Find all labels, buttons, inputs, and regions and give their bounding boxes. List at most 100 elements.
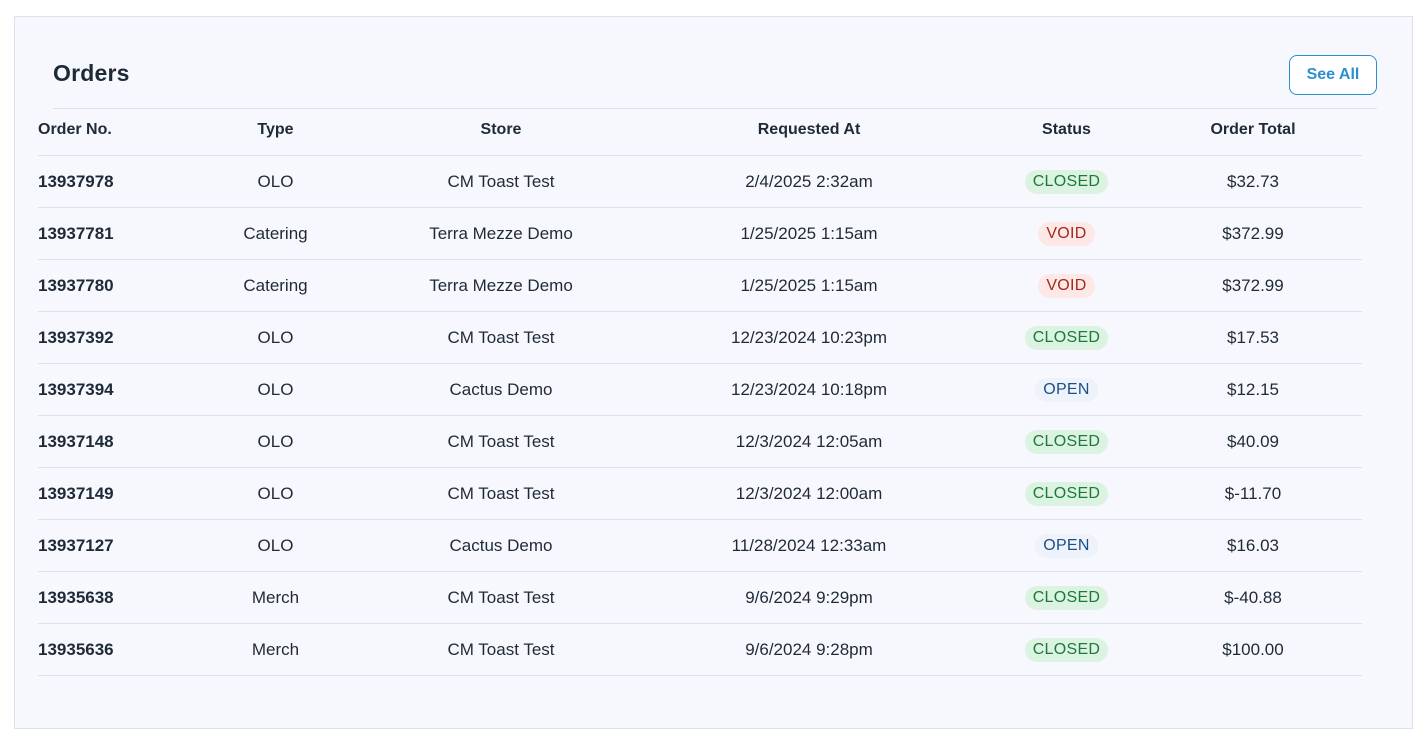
- requested-at: 12/3/2024 12:00am: [735, 483, 883, 503]
- column-header-type[interactable]: Type: [178, 105, 373, 156]
- order-total: $17.53: [1227, 327, 1279, 347]
- store-name-cell: Cactus Demo: [373, 519, 629, 572]
- order-type-cell: OLO: [178, 519, 373, 572]
- orders-header: Orders See All: [53, 55, 1377, 109]
- order-type-cell: OLO: [178, 311, 373, 364]
- store-name: Terra Mezze Demo: [429, 223, 573, 243]
- order-type: OLO: [257, 171, 294, 191]
- order-total-cell: $32.73: [1144, 155, 1362, 208]
- status-badge: CLOSED: [1024, 325, 1109, 350]
- order-number[interactable]: 13937148: [38, 432, 114, 451]
- requested-at: 12/23/2024 10:18pm: [731, 379, 887, 399]
- store-name: CM Toast Test: [447, 431, 555, 451]
- page-title: Orders: [53, 60, 130, 86]
- store-name: CM Toast Test: [447, 587, 555, 607]
- status-badge-cell: CLOSED: [989, 467, 1144, 520]
- order-total-cell: $17.53: [1144, 311, 1362, 364]
- status-badge: VOID: [1038, 221, 1095, 246]
- store-name-cell: CM Toast Test: [373, 623, 629, 676]
- table-row[interactable]: 13935638 Merch CM Toast Test 9/6/2024 9:29p…: [38, 571, 1362, 624]
- order-type: Catering: [243, 275, 308, 295]
- order-number[interactable]: 13935638: [38, 588, 114, 607]
- column-header-status[interactable]: Status: [989, 105, 1144, 156]
- order-number[interactable]: 13937149: [38, 484, 114, 503]
- status-badge-cell: CLOSED: [989, 311, 1144, 364]
- table-row[interactable]: 13937127 OLO Cactus Demo 11/28/2024 12:33am…: [38, 519, 1362, 572]
- store-name-cell: CM Toast Test: [373, 467, 629, 520]
- requested-at: 9/6/2024 9:28pm: [745, 639, 873, 659]
- order-number[interactable]: 13937780: [38, 276, 114, 295]
- table-row[interactable]: 13937978 OLO CM Toast Test 2/4/2025 2:32am C…: [38, 155, 1362, 208]
- table-row[interactable]: 13937392 OLO CM Toast Test 12/23/2024 10:23…: [38, 311, 1362, 364]
- order-number[interactable]: 13935636: [38, 640, 114, 659]
- orders-table-body: 13937978 OLO CM Toast Test 2/4/2025 2:32am C…: [38, 155, 1362, 676]
- status-badge: CLOSED: [1024, 585, 1109, 610]
- status-badge: CLOSED: [1024, 637, 1109, 662]
- order-number-cell: 13935636: [38, 623, 178, 676]
- status-badge-cell: OPEN: [989, 363, 1144, 416]
- order-type: OLO: [257, 327, 294, 347]
- requested-at-cell: 2/4/2025 2:32am: [629, 155, 989, 208]
- requested-at: 9/6/2024 9:29pm: [745, 587, 873, 607]
- order-number-cell: 13937394: [38, 363, 178, 416]
- order-number[interactable]: 13937127: [38, 536, 114, 555]
- requested-at-cell: 1/25/2025 1:15am: [629, 259, 989, 312]
- table-row[interactable]: 13937780 Catering Terra Mezze Demo 1/25/202…: [38, 259, 1362, 312]
- requested-at-cell: 12/3/2024 12:05am: [629, 415, 989, 468]
- order-total: $372.99: [1222, 223, 1284, 243]
- status-badge-cell: CLOSED: [989, 415, 1144, 468]
- order-total-cell: $372.99: [1144, 207, 1362, 260]
- table-row[interactable]: 13937149 OLO CM Toast Test 12/3/2024 12:00a…: [38, 467, 1362, 520]
- store-name: CM Toast Test: [447, 171, 555, 191]
- store-name-cell: Cactus Demo: [373, 363, 629, 416]
- order-number[interactable]: 13937978: [38, 172, 114, 191]
- requested-at: 2/4/2025 2:32am: [745, 171, 873, 191]
- order-total: $372.99: [1222, 275, 1284, 295]
- order-number-cell: 13937148: [38, 415, 178, 468]
- order-total-cell: $12.15: [1144, 363, 1362, 416]
- order-total-cell: $40.09: [1144, 415, 1362, 468]
- status-badge-cell: VOID: [989, 207, 1144, 260]
- order-number[interactable]: 13937394: [38, 380, 114, 399]
- table-row[interactable]: 13935636 Merch CM Toast Test 9/6/2024 9:28p…: [38, 623, 1362, 676]
- status-badge: OPEN: [1035, 377, 1098, 402]
- column-header-order-no[interactable]: Order No.: [38, 105, 178, 156]
- order-number-cell: 13937781: [38, 207, 178, 260]
- status-badge-cell: CLOSED: [989, 623, 1144, 676]
- table-row[interactable]: 13937148 OLO CM Toast Test 12/3/2024 12:05a…: [38, 415, 1362, 468]
- order-type-cell: Merch: [178, 623, 373, 676]
- store-name: Terra Mezze Demo: [429, 275, 573, 295]
- store-name-cell: Terra Mezze Demo: [373, 207, 629, 260]
- order-number-cell: 13935638: [38, 571, 178, 624]
- table-row[interactable]: 13937394 OLO Cactus Demo 12/23/2024 10:18pm…: [38, 363, 1362, 416]
- store-name-cell: CM Toast Test: [373, 415, 629, 468]
- requested-at-cell: 12/23/2024 10:23pm: [629, 311, 989, 364]
- column-header-requested-at[interactable]: Requested At: [629, 105, 989, 156]
- column-header-order-total[interactable]: Order Total: [1144, 105, 1362, 156]
- status-badge-cell: CLOSED: [989, 155, 1144, 208]
- order-number[interactable]: 13937392: [38, 328, 114, 347]
- store-name-cell: CM Toast Test: [373, 571, 629, 624]
- orders-table: Order No. Type Store Requested At Status…: [38, 105, 1362, 676]
- status-badge: CLOSED: [1024, 429, 1109, 454]
- order-number-cell: 13937392: [38, 311, 178, 364]
- status-badge: CLOSED: [1024, 481, 1109, 506]
- column-header-store[interactable]: Store: [373, 105, 629, 156]
- store-name: CM Toast Test: [447, 327, 555, 347]
- order-type: OLO: [257, 483, 294, 503]
- order-type-cell: OLO: [178, 363, 373, 416]
- status-badge: CLOSED: [1024, 169, 1109, 194]
- table-row[interactable]: 13937781 Catering Terra Mezze Demo 1/25/202…: [38, 207, 1362, 260]
- order-number[interactable]: 13937781: [38, 224, 114, 243]
- order-total: $-11.70: [1224, 483, 1282, 503]
- requested-at: 12/3/2024 12:05am: [735, 431, 883, 451]
- requested-at-cell: 9/6/2024 9:29pm: [629, 571, 989, 624]
- order-type-cell: OLO: [178, 155, 373, 208]
- store-name-cell: Terra Mezze Demo: [373, 259, 629, 312]
- order-type-cell: OLO: [178, 415, 373, 468]
- see-all-button[interactable]: See All: [1289, 55, 1377, 95]
- order-type: Merch: [251, 587, 300, 607]
- order-type: OLO: [257, 431, 294, 451]
- order-total: $-40.88: [1224, 587, 1282, 607]
- order-type: Merch: [251, 639, 300, 659]
